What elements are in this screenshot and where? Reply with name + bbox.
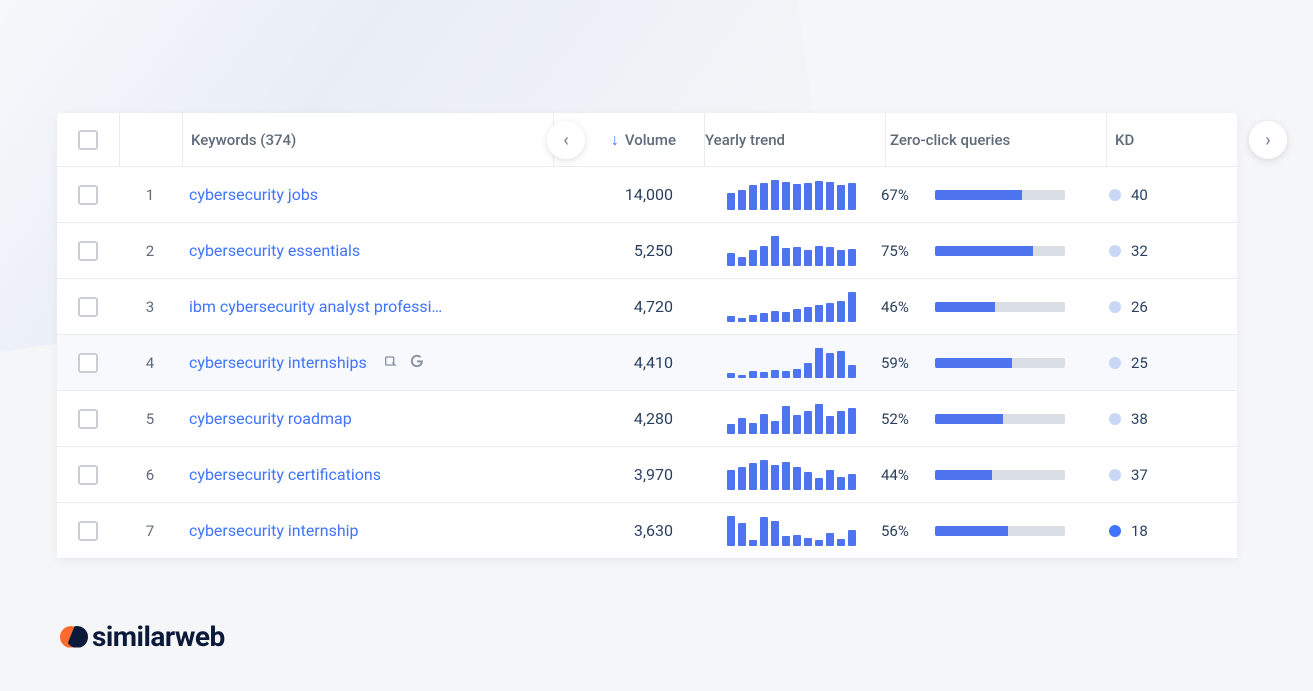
table-row[interactable]: 1 cybersecurity jobs 14,000 67% 40 bbox=[57, 167, 1237, 223]
trend-sparkline bbox=[701, 348, 881, 378]
table-row[interactable]: 6 cybersecurity certifications 3,970 44% 37 bbox=[57, 447, 1237, 503]
column-header-volume-label: Volume bbox=[625, 131, 676, 149]
row-action-icons bbox=[383, 353, 425, 373]
select-all-checkbox[interactable] bbox=[78, 130, 98, 150]
row-checkbox[interactable] bbox=[78, 353, 98, 373]
zeroclick-bar bbox=[935, 358, 1065, 368]
column-header-keywords[interactable]: Keywords (374) bbox=[183, 131, 553, 149]
zeroclick-bar bbox=[935, 526, 1065, 536]
brand-mark-icon bbox=[60, 624, 86, 650]
zeroclick-bar bbox=[935, 414, 1065, 424]
zeroclick-percent: 46% bbox=[881, 298, 923, 316]
kd-dot-icon bbox=[1109, 413, 1121, 425]
volume-value: 14,000 bbox=[551, 185, 701, 204]
brand-name: similarweb bbox=[92, 620, 225, 653]
row-index: 3 bbox=[119, 298, 181, 316]
row-index: 7 bbox=[119, 522, 181, 540]
keyword-link[interactable]: cybersecurity certifications bbox=[189, 465, 381, 484]
volume-value: 3,970 bbox=[551, 465, 701, 484]
chevron-left-icon: ‹ bbox=[563, 130, 569, 151]
table-header: Keywords (374) ↓ Volume Yearly trend Zer… bbox=[57, 113, 1237, 167]
zeroclick-percent: 59% bbox=[881, 354, 923, 372]
trend-sparkline bbox=[701, 236, 881, 266]
keywords-table: Keywords (374) ↓ Volume Yearly trend Zer… bbox=[57, 113, 1237, 559]
table-row[interactable]: 7 cybersecurity internship 3,630 56% 18 bbox=[57, 503, 1237, 559]
kd-value: 26 bbox=[1131, 298, 1148, 316]
kd-dot-icon bbox=[1109, 469, 1121, 481]
kd-value: 37 bbox=[1131, 466, 1148, 484]
column-header-zeroclick[interactable]: Zero-click queries bbox=[886, 131, 1106, 149]
keyword-link[interactable]: cybersecurity roadmap bbox=[189, 409, 352, 428]
kd-dot-icon bbox=[1109, 525, 1121, 537]
kd-value: 40 bbox=[1131, 186, 1148, 204]
keyword-link[interactable]: cybersecurity essentials bbox=[189, 241, 360, 260]
column-header-kd[interactable]: KD bbox=[1107, 131, 1202, 149]
row-checkbox[interactable] bbox=[78, 185, 98, 205]
zeroclick-bar bbox=[935, 246, 1065, 256]
volume-value: 5,250 bbox=[551, 241, 701, 260]
trend-sparkline bbox=[701, 516, 881, 546]
column-header-zeroclick-label: Zero-click queries bbox=[890, 131, 1010, 149]
serp-preview-icon[interactable] bbox=[383, 353, 399, 373]
row-index: 2 bbox=[119, 242, 181, 260]
row-index: 6 bbox=[119, 466, 181, 484]
zeroclick-percent: 67% bbox=[881, 186, 923, 204]
chevron-right-icon: › bbox=[1265, 130, 1270, 151]
zeroclick-percent: 56% bbox=[881, 522, 923, 540]
row-checkbox[interactable] bbox=[78, 297, 98, 317]
table-row[interactable]: 4 cybersecurity internships 4,410 59% 25 bbox=[57, 335, 1237, 391]
table-row[interactable]: 3 ibm cybersecurity analyst professi… 4,72… bbox=[57, 279, 1237, 335]
kd-value: 25 bbox=[1131, 354, 1148, 372]
google-icon[interactable] bbox=[409, 353, 425, 373]
keyword-link[interactable]: cybersecurity internship bbox=[189, 521, 359, 540]
kd-dot-icon bbox=[1109, 357, 1121, 369]
scroll-left-button[interactable]: ‹ bbox=[547, 121, 585, 159]
zeroclick-percent: 75% bbox=[881, 242, 923, 260]
row-index: 5 bbox=[119, 410, 181, 428]
kd-dot-icon bbox=[1109, 301, 1121, 313]
column-header-keywords-label: Keywords (374) bbox=[191, 131, 296, 149]
volume-value: 4,410 bbox=[551, 353, 701, 372]
row-checkbox[interactable] bbox=[78, 409, 98, 429]
kd-value: 32 bbox=[1131, 242, 1148, 260]
sort-desc-icon: ↓ bbox=[611, 132, 619, 148]
volume-value: 4,280 bbox=[551, 409, 701, 428]
keyword-link[interactable]: cybersecurity jobs bbox=[189, 185, 318, 204]
trend-sparkline bbox=[701, 404, 881, 434]
zeroclick-bar bbox=[935, 302, 1065, 312]
kd-value: 18 bbox=[1131, 522, 1148, 540]
zeroclick-bar bbox=[935, 190, 1065, 200]
row-index: 1 bbox=[119, 186, 181, 204]
row-checkbox[interactable] bbox=[78, 521, 98, 541]
column-header-trend[interactable]: Yearly trend bbox=[705, 131, 885, 149]
column-header-trend-label: Yearly trend bbox=[705, 131, 785, 149]
keyword-link[interactable]: cybersecurity internships bbox=[189, 353, 367, 372]
kd-dot-icon bbox=[1109, 189, 1121, 201]
scroll-right-button[interactable]: › bbox=[1249, 121, 1287, 159]
keyword-link[interactable]: ibm cybersecurity analyst professi… bbox=[189, 297, 442, 316]
row-checkbox[interactable] bbox=[78, 465, 98, 485]
brand-logo: similarweb bbox=[60, 620, 225, 653]
table-row[interactable]: 5 cybersecurity roadmap 4,280 52% 38 bbox=[57, 391, 1237, 447]
trend-sparkline bbox=[701, 180, 881, 210]
trend-sparkline bbox=[701, 292, 881, 322]
kd-dot-icon bbox=[1109, 245, 1121, 257]
table-row[interactable]: 2 cybersecurity essentials 5,250 75% 32 bbox=[57, 223, 1237, 279]
row-index: 4 bbox=[119, 354, 181, 372]
column-header-kd-label: KD bbox=[1115, 131, 1134, 149]
volume-value: 3,630 bbox=[551, 521, 701, 540]
zeroclick-percent: 44% bbox=[881, 466, 923, 484]
row-checkbox[interactable] bbox=[78, 241, 98, 261]
zeroclick-bar bbox=[935, 470, 1065, 480]
zeroclick-percent: 52% bbox=[881, 410, 923, 428]
kd-value: 38 bbox=[1131, 410, 1148, 428]
trend-sparkline bbox=[701, 460, 881, 490]
volume-value: 4,720 bbox=[551, 297, 701, 316]
